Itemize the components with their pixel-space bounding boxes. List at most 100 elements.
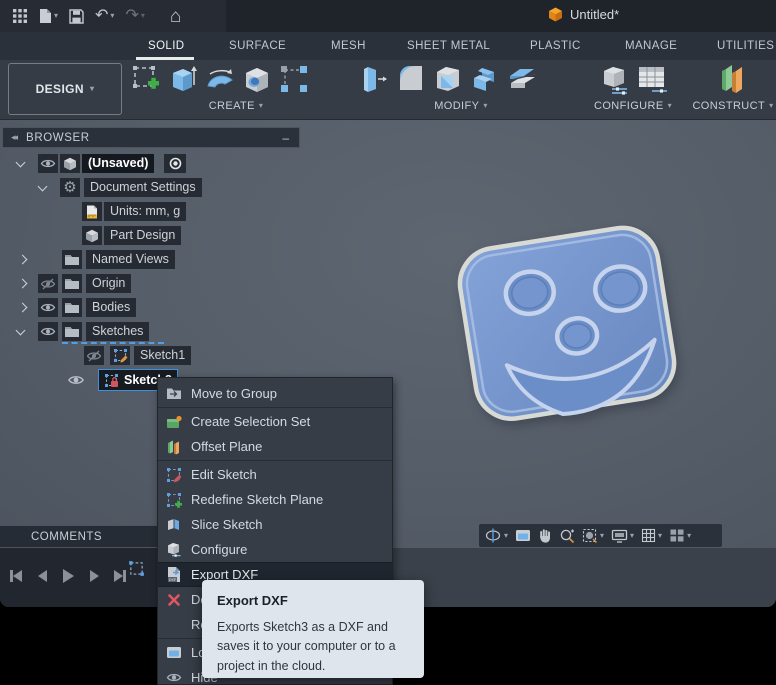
chevron-down-icon[interactable]	[15, 157, 26, 168]
visibility-toggle[interactable]	[38, 298, 58, 317]
create-sketch-button[interactable]	[130, 62, 162, 96]
step-forward-button[interactable]	[86, 569, 102, 583]
chevron-right-icon[interactable]	[17, 254, 28, 265]
undo-button[interactable]: ↶ ▾	[93, 4, 116, 28]
chevron-down-icon: ▾	[54, 11, 59, 20]
offset-plane-button[interactable]	[717, 62, 749, 96]
chevron-down-icon[interactable]	[15, 325, 26, 336]
play-button[interactable]	[60, 569, 76, 583]
configuration-table-button[interactable]	[636, 62, 668, 96]
timeline-sketch-feature[interactable]	[128, 560, 145, 582]
combine-button[interactable]	[469, 62, 501, 96]
tree-item-bodies[interactable]: Bodies	[0, 298, 300, 318]
tab-solid[interactable]: SOLID	[148, 32, 185, 60]
tree-item-label[interactable]: Units: mm, g	[104, 202, 187, 221]
step-back-button[interactable]	[34, 569, 50, 583]
tree-item-label[interactable]: (Unsaved)	[82, 154, 155, 173]
fusion-document-icon	[549, 7, 562, 22]
gear-icon: ⚙	[60, 178, 80, 197]
tree-item-sketches[interactable]: Sketches	[0, 322, 300, 344]
tree-item-unsaved[interactable]: (Unsaved)	[0, 154, 300, 174]
primitive-box-button[interactable]	[278, 62, 310, 96]
orbit-button[interactable]: ▾	[485, 528, 508, 543]
tree-item-label[interactable]: Part Design	[104, 226, 182, 245]
workspace-selector-label: DESIGN	[35, 82, 84, 96]
construct-group-dropdown[interactable]: CONSTRUCT ▾	[690, 100, 776, 112]
smiley-face-model[interactable]	[447, 223, 691, 428]
tree-item-label[interactable]: Document Settings	[84, 178, 202, 197]
tree-item-label[interactable]: Sketch1	[134, 346, 192, 365]
file-menu-button[interactable]: ▾	[37, 4, 60, 28]
tab-sheet-metal[interactable]: SHEET METAL	[407, 32, 490, 60]
tree-item-label[interactable]: Bodies	[86, 298, 137, 317]
workspace-selector-button[interactable]: DESIGN ▾	[8, 63, 122, 115]
window-zoom-button[interactable]: ▾	[582, 528, 604, 543]
tree-item-sketch1[interactable]: Sketch1	[0, 346, 300, 366]
tree-item-document-settings[interactable]: ⚙ Document Settings	[0, 178, 300, 198]
revolve-button[interactable]	[204, 62, 236, 96]
chevron-right-icon[interactable]	[17, 302, 28, 313]
configure-group-dropdown[interactable]: CONFIGURE ▾	[590, 100, 676, 112]
visibility-toggle[interactable]	[38, 154, 58, 173]
create-group-dropdown[interactable]: CREATE ▾	[130, 100, 342, 112]
menu-item-edit-sketch[interactable]: Edit Sketch	[158, 462, 392, 487]
zoom-button[interactable]	[559, 528, 575, 544]
drop-target-indicator	[62, 342, 164, 344]
chevron-down-icon[interactable]	[37, 181, 48, 192]
tree-item-named-views[interactable]: Named Views	[0, 250, 300, 270]
tab-surface[interactable]: SURFACE	[229, 32, 286, 60]
visibility-toggle[interactable]	[38, 274, 58, 293]
viewports-button[interactable]: ▾	[669, 528, 691, 543]
split-body-button[interactable]	[506, 62, 538, 96]
svg-text:DXF: DXF	[168, 578, 176, 582]
menu-item-redefine-sketch-plane[interactable]: Redefine Sketch Plane	[158, 487, 392, 512]
tree-item-units[interactable]: Units: mm, g	[0, 202, 300, 222]
menu-item-create-selection-set[interactable]: Create Selection Set	[158, 409, 392, 434]
pan-hand-icon	[540, 529, 551, 543]
menu-item-label: Edit Sketch	[191, 467, 257, 482]
display-settings-button[interactable]: ▾	[611, 529, 634, 543]
save-button[interactable]	[67, 4, 86, 28]
menu-item-configure[interactable]: Configure	[158, 537, 392, 562]
shell-button[interactable]	[432, 62, 464, 96]
collapse-panel-icon[interactable]: ◂◂	[11, 132, 18, 143]
press-pull-button[interactable]	[358, 62, 390, 96]
tab-manage[interactable]: MANAGE	[625, 32, 677, 60]
menu-item-offset-plane[interactable]: Offset Plane	[158, 434, 392, 459]
redo-button[interactable]: ↷ ▾	[123, 4, 146, 28]
menu-item-slice-sketch[interactable]: Slice Sketch	[158, 512, 392, 537]
grid-icon	[641, 528, 656, 543]
tree-item-label[interactable]: Sketches	[86, 322, 150, 341]
tree-item-part-design[interactable]: Part Design	[0, 226, 300, 246]
hole-button[interactable]	[241, 62, 273, 96]
tab-plastic[interactable]: PLASTIC	[530, 32, 581, 60]
menu-item-label: Slice Sketch	[191, 517, 263, 532]
app-grid-menu-icon[interactable]	[10, 4, 30, 28]
tree-item-label[interactable]: Origin	[86, 274, 132, 293]
pan-button[interactable]	[538, 528, 552, 543]
home-view-button[interactable]: ⌂	[168, 4, 183, 28]
chevron-right-icon[interactable]	[17, 278, 28, 289]
skip-end-button[interactable]	[112, 569, 128, 583]
look-at-button[interactable]	[515, 529, 531, 542]
chevron-down-icon: ▾	[258, 101, 264, 110]
modify-group-dropdown[interactable]: MODIFY ▾	[358, 100, 564, 112]
fillet-button[interactable]	[395, 62, 427, 96]
hide-icon	[164, 669, 184, 685]
visibility-toggle[interactable]	[66, 370, 86, 389]
visibility-toggle[interactable]	[38, 322, 58, 341]
minimize-panel-icon[interactable]: –	[282, 131, 289, 145]
visibility-toggle[interactable]	[84, 346, 104, 365]
configure-button[interactable]	[599, 62, 631, 96]
extrude-button[interactable]	[167, 62, 199, 96]
tree-item-label[interactable]: Named Views	[86, 250, 175, 269]
tab-utilities[interactable]: UTILITIES	[717, 32, 774, 60]
menu-item-move-to-group[interactable]: Move to Group	[158, 381, 392, 406]
skip-start-button[interactable]	[8, 569, 24, 583]
tab-mesh[interactable]: MESH	[331, 32, 366, 60]
browser-panel-header[interactable]: ◂◂ BROWSER –	[2, 127, 300, 148]
tree-item-origin[interactable]: Origin	[0, 274, 300, 294]
grid-settings-button[interactable]: ▾	[641, 528, 662, 543]
activate-component-radio[interactable]	[164, 154, 186, 173]
fillet-icon	[400, 66, 422, 90]
